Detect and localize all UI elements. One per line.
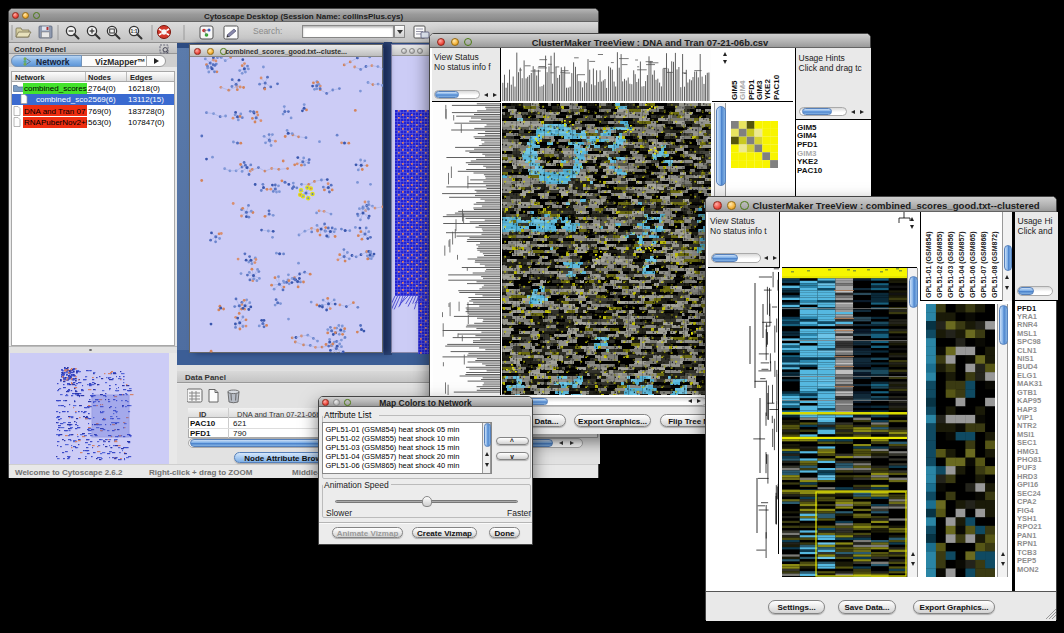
svg-text:1:1: 1:1	[130, 28, 137, 34]
